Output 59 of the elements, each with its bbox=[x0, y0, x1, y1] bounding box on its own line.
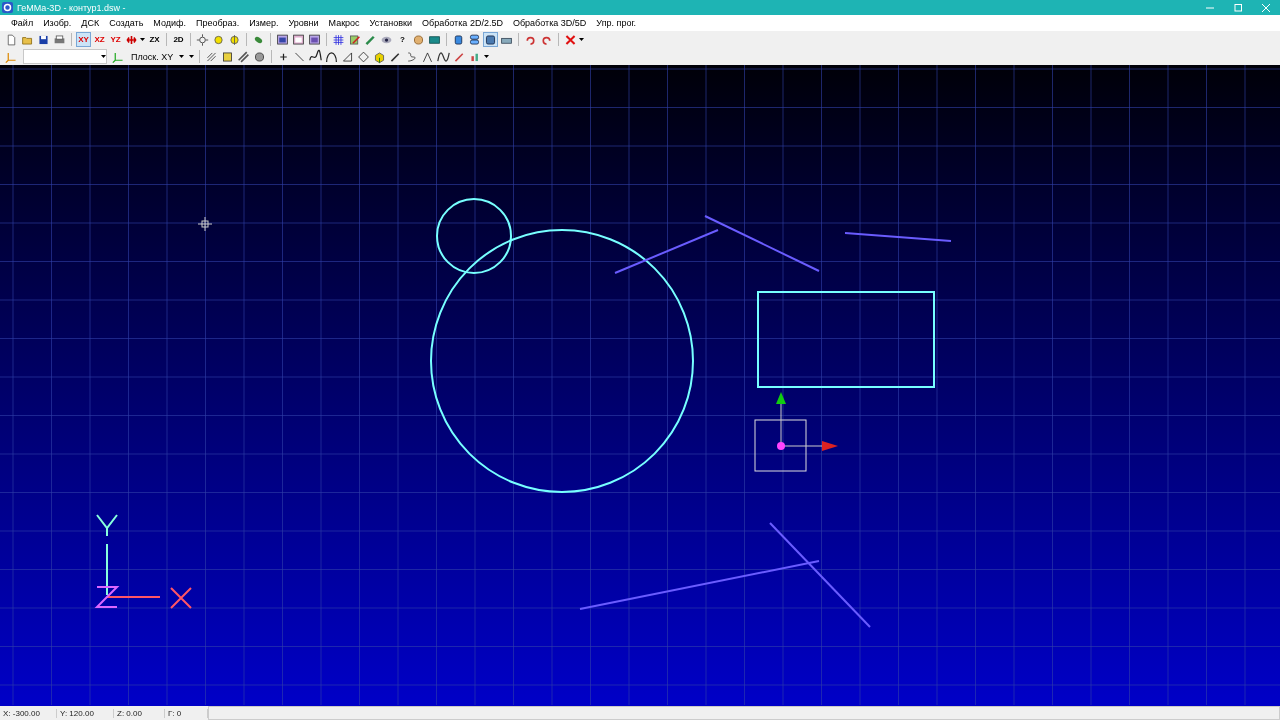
caret-icon bbox=[140, 38, 145, 41]
window-title: ГеММа-3D - контур1.dsw - bbox=[17, 2, 127, 13]
stack-icon bbox=[468, 31, 481, 48]
app-logo-icon bbox=[2, 2, 13, 13]
crosshair-cursor-icon bbox=[197, 216, 213, 232]
sun-button[interactable] bbox=[195, 32, 210, 47]
half-circle-button[interactable] bbox=[227, 32, 242, 47]
rhombus-button[interactable] bbox=[356, 49, 372, 64]
window-button[interactable] bbox=[291, 32, 306, 47]
toolbar-button[interactable]: ? bbox=[395, 32, 410, 47]
toolbar-button[interactable]: ZX bbox=[147, 32, 162, 47]
menu-item[interactable]: Макрос bbox=[323, 18, 365, 28]
window-icon bbox=[308, 31, 321, 48]
line-segment[interactable] bbox=[704, 215, 820, 272]
menu-item[interactable]: Измер. bbox=[244, 18, 284, 28]
circle-shape[interactable] bbox=[430, 229, 694, 493]
wave-button[interactable] bbox=[436, 49, 452, 64]
menu-item[interactable]: Уровни bbox=[283, 18, 324, 28]
menu-item[interactable]: Изобр. bbox=[38, 18, 77, 28]
menu-item[interactable]: Файл bbox=[6, 18, 39, 28]
menu-item[interactable]: Модиф. bbox=[148, 18, 191, 28]
maximize-icon bbox=[1234, 3, 1242, 12]
status-cell: Г: 0 bbox=[165, 708, 208, 718]
rectangle-shape[interactable] bbox=[757, 291, 935, 388]
toolbar-button[interactable]: YZ bbox=[108, 32, 123, 47]
gizmo-drawing[interactable] bbox=[754, 392, 838, 472]
window-button[interactable] bbox=[275, 32, 290, 47]
caret-icon bbox=[484, 55, 490, 58]
menu-item[interactable]: ДСК bbox=[76, 18, 105, 28]
close-icon bbox=[1262, 3, 1270, 12]
plane-dropdown[interactable]: Плоск. XY bbox=[127, 49, 189, 64]
caret-icon bbox=[579, 38, 584, 41]
stack-button[interactable] bbox=[467, 32, 482, 47]
menu-item[interactable]: Упр. прог. bbox=[591, 18, 642, 28]
menu-item[interactable]: Обработка 2D/2.5D bbox=[417, 18, 508, 28]
grid-button[interactable] bbox=[331, 32, 346, 47]
status-cell: Z: 0.00 bbox=[114, 708, 165, 718]
menu-item[interactable]: Преобраз. bbox=[190, 18, 245, 28]
menu-item[interactable]: Создать bbox=[104, 18, 149, 28]
toolbar-button[interactable]: 2D bbox=[171, 32, 186, 47]
line-segment[interactable] bbox=[614, 229, 719, 274]
palette-button[interactable] bbox=[411, 32, 426, 47]
sun-icon bbox=[196, 31, 209, 48]
caret-icon bbox=[101, 55, 106, 58]
status-cell: X: -300.00 bbox=[0, 708, 57, 718]
circle-shape[interactable] bbox=[436, 198, 512, 274]
status-cell: Y: 120.00 bbox=[57, 708, 114, 718]
window-icon bbox=[276, 31, 289, 48]
document-icon bbox=[5, 31, 18, 48]
arc-button[interactable] bbox=[324, 49, 340, 64]
menu-item[interactable]: Обработка 3D/5D bbox=[507, 18, 592, 28]
cylinder-button[interactable] bbox=[483, 32, 498, 47]
toolbar-button[interactable]: XY bbox=[76, 32, 91, 47]
window-button[interactable] bbox=[307, 32, 322, 47]
toolbar-button[interactable]: XZ bbox=[92, 32, 107, 47]
line-segment[interactable] bbox=[844, 232, 952, 242]
pencil-button[interactable] bbox=[347, 32, 362, 47]
menu-item[interactable]: Установки bbox=[364, 18, 417, 28]
window-icon bbox=[292, 31, 305, 48]
